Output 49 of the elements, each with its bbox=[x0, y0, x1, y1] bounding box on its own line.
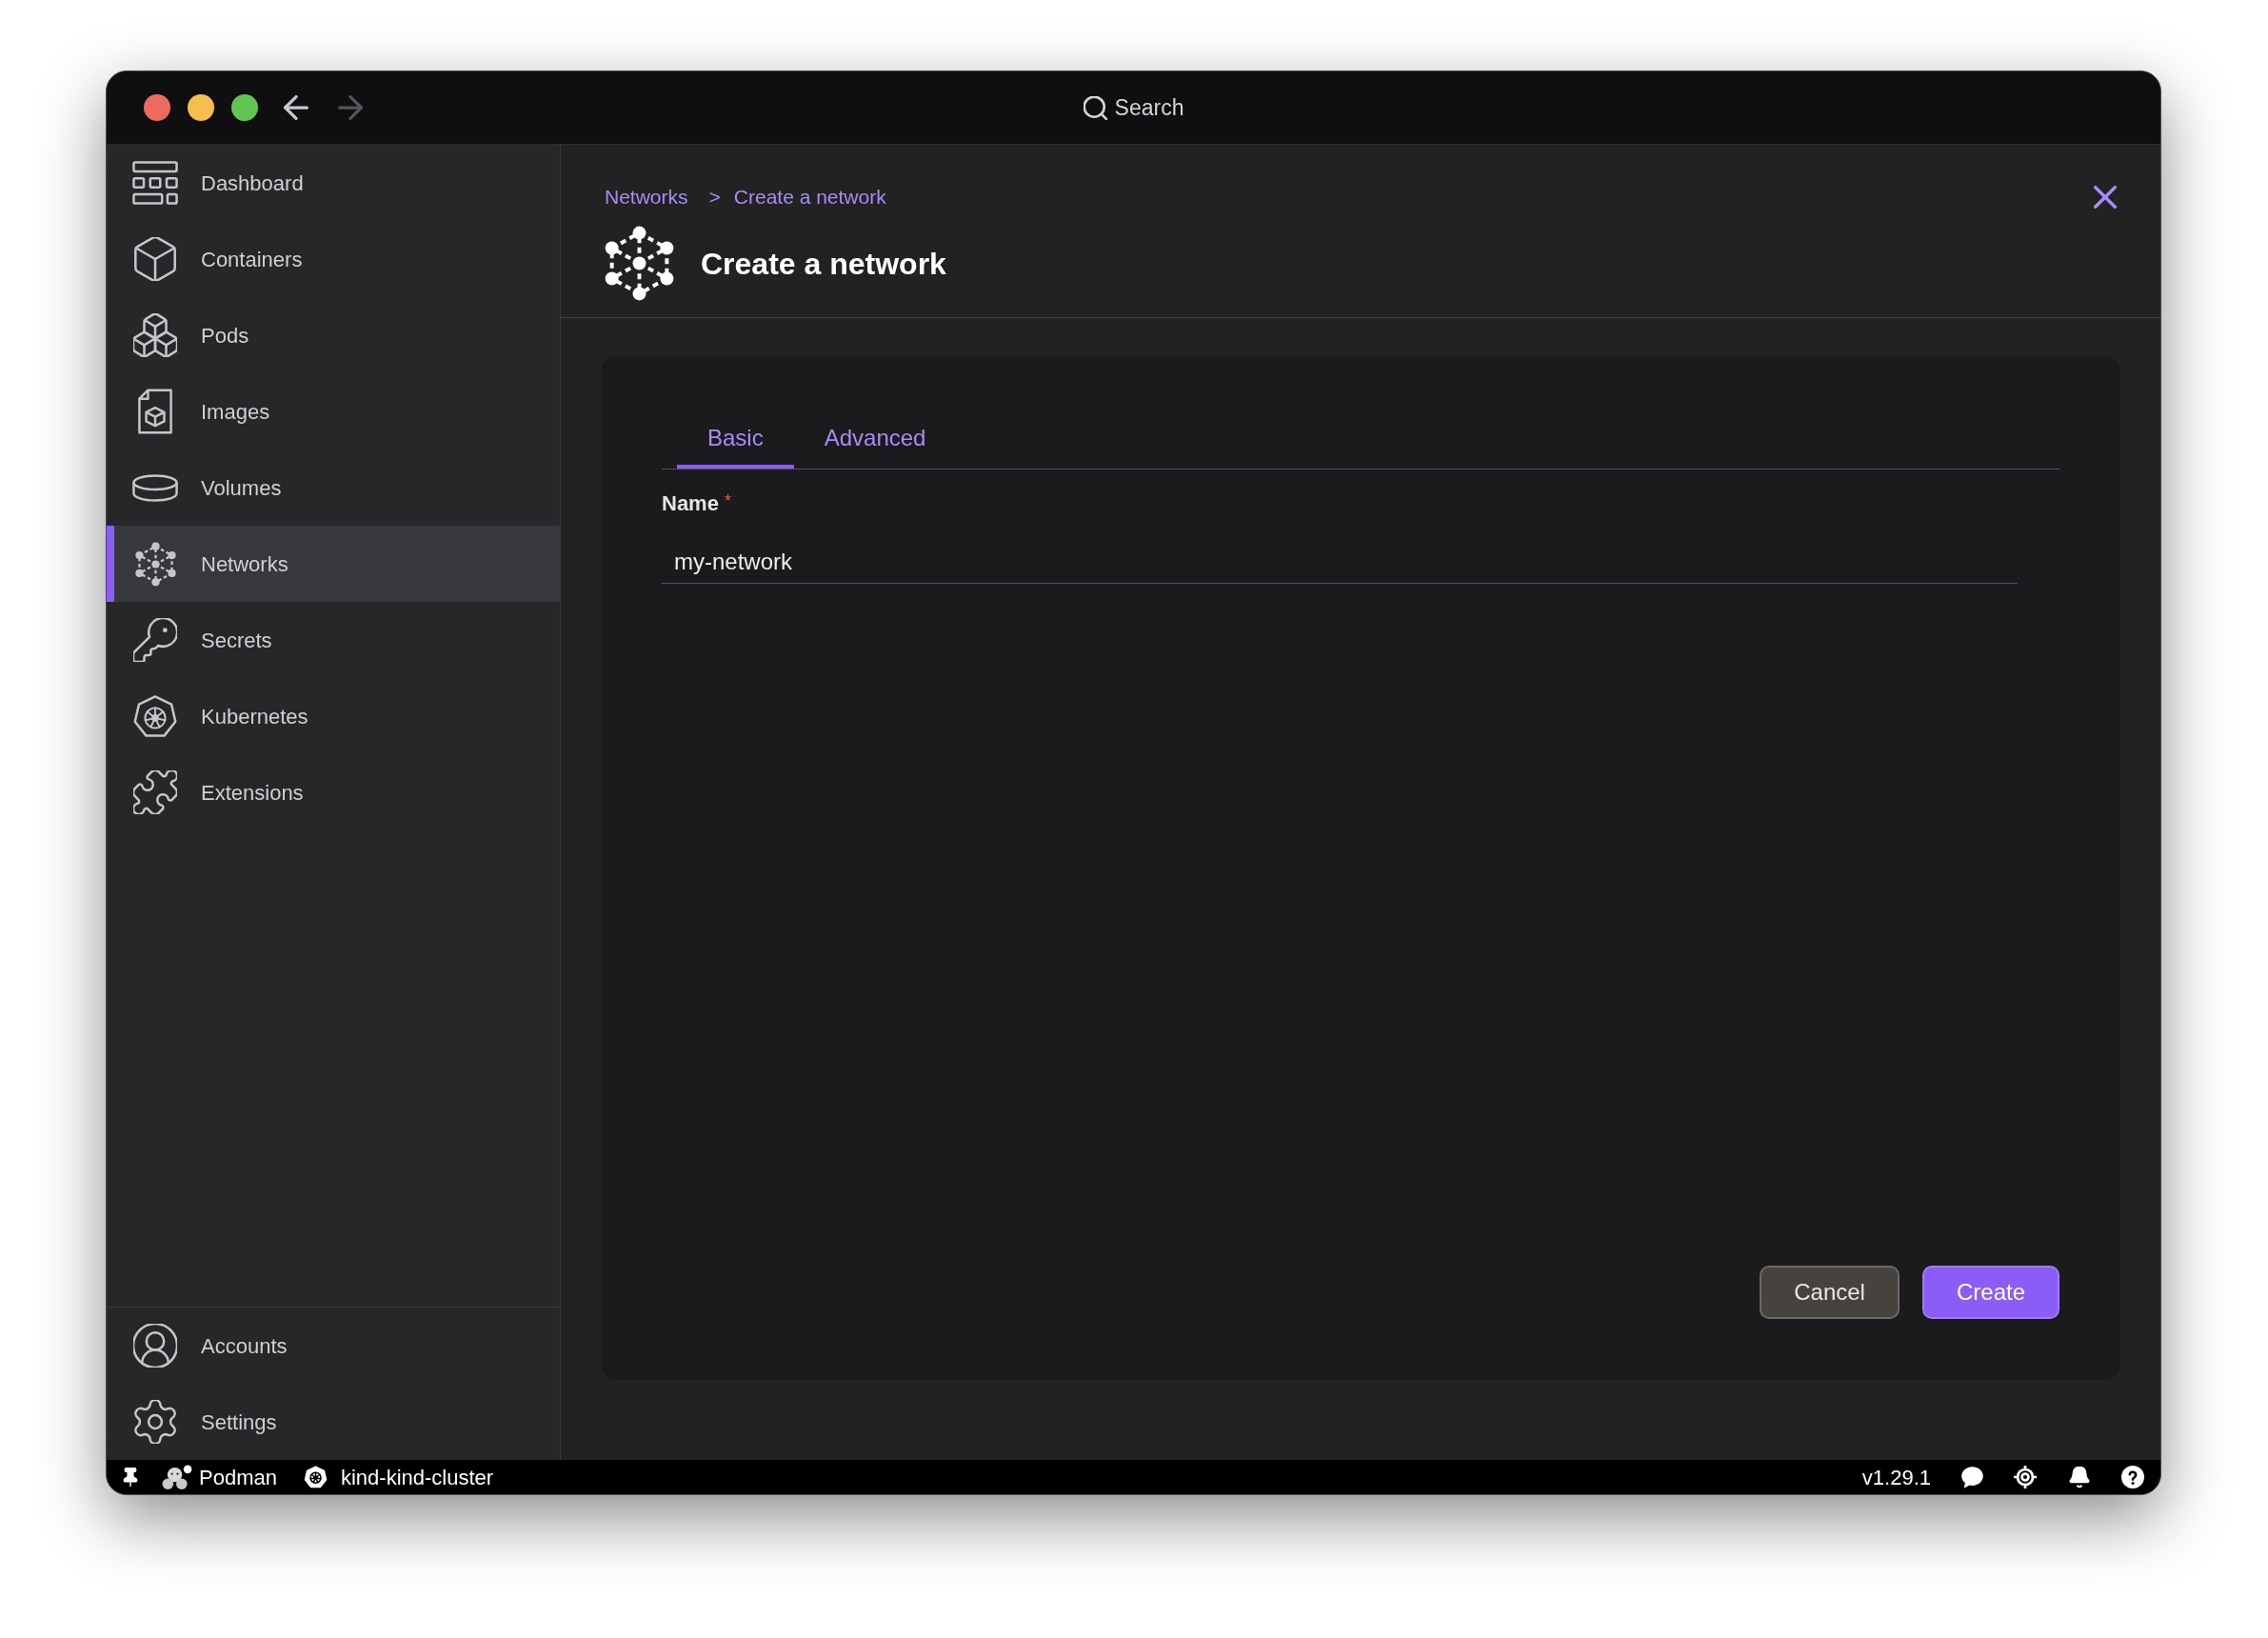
help-icon[interactable] bbox=[2121, 1466, 2144, 1488]
network-nodes-icon bbox=[134, 541, 176, 587]
cube-icon bbox=[133, 237, 177, 281]
page-title: Create a network bbox=[701, 245, 946, 283]
tab[interactable]: Basic bbox=[677, 410, 794, 469]
window-close-button[interactable] bbox=[144, 94, 170, 121]
cancel-button[interactable]: Cancel bbox=[1760, 1266, 1900, 1319]
settings-icon bbox=[133, 1400, 177, 1444]
disk-icon bbox=[132, 473, 178, 502]
tab[interactable]: Advanced bbox=[793, 410, 957, 469]
breadcrumb-separator: > bbox=[708, 185, 721, 210]
search-button[interactable]: Search bbox=[1083, 90, 1184, 125]
bell-icon[interactable] bbox=[2069, 1467, 2090, 1488]
seal-group-icon bbox=[161, 1464, 192, 1490]
pin-icon[interactable] bbox=[121, 1468, 140, 1487]
breadcrumb-current: Create a network bbox=[733, 185, 886, 210]
sidebar-item[interactable]: Networks bbox=[107, 526, 560, 602]
chat-bubble-icon[interactable] bbox=[1961, 1466, 1983, 1488]
puzzle-piece-icon bbox=[133, 770, 177, 814]
close-icon[interactable] bbox=[2094, 186, 2117, 209]
search-icon bbox=[1083, 95, 1107, 120]
sidebar-item[interactable]: Accounts bbox=[107, 1308, 560, 1384]
helm-wheel-icon bbox=[132, 694, 178, 738]
sidebar-item[interactable]: Settings bbox=[107, 1384, 560, 1460]
sidebar-item[interactable]: Dashboard bbox=[107, 145, 560, 221]
key-icon bbox=[133, 618, 177, 662]
provider-status-button[interactable]: Podman bbox=[161, 1461, 277, 1493]
sidebar-item[interactable]: Images bbox=[107, 373, 560, 449]
create-button[interactable]: Create bbox=[1921, 1266, 2059, 1319]
helm-wheel-icon bbox=[303, 1466, 328, 1488]
sidebar-item[interactable]: Pods bbox=[107, 297, 560, 373]
window-minimize-button[interactable] bbox=[188, 94, 214, 121]
sidebar-item[interactable]: Volumes bbox=[107, 449, 560, 526]
grid-layout-icon bbox=[132, 161, 178, 205]
sidebar-item[interactable]: Kubernetes bbox=[107, 678, 560, 754]
context-status-button[interactable]: kind-kind-cluster bbox=[303, 1461, 494, 1493]
sidebar-item[interactable]: Extensions bbox=[107, 754, 560, 830]
field-label: Name bbox=[662, 490, 719, 517]
network-nodes-icon bbox=[605, 226, 674, 301]
crosshair-icon[interactable] bbox=[2014, 1466, 2037, 1488]
breadcrumb-link[interactable]: Networks bbox=[605, 185, 688, 210]
required-asterisk: * bbox=[724, 490, 731, 511]
sidebar-item[interactable]: Containers bbox=[107, 221, 560, 297]
version-label: v1.29.1 bbox=[1861, 1464, 1931, 1491]
sidebar-item[interactable]: Secrets bbox=[107, 602, 560, 678]
name-input[interactable]: my-network bbox=[662, 540, 2018, 584]
stacked-cubes-icon bbox=[133, 313, 177, 357]
window-zoom-button[interactable] bbox=[231, 94, 258, 121]
file-cube-icon bbox=[138, 389, 172, 434]
